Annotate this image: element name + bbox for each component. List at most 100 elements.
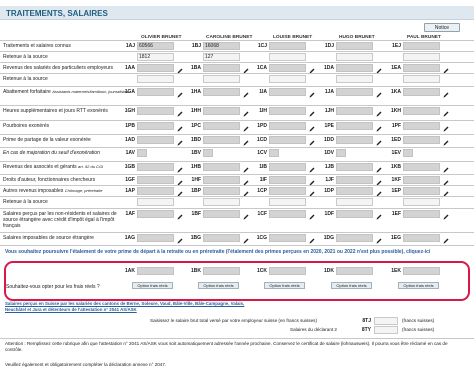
input-1DG[interactable]	[336, 234, 373, 242]
input-row3-col0[interactable]	[137, 75, 174, 83]
input-1CD[interactable]	[269, 136, 306, 144]
input-1BK[interactable]	[203, 267, 240, 275]
pencil-icon[interactable]	[243, 126, 249, 132]
input-1DD[interactable]	[336, 136, 373, 144]
input-1KH[interactable]	[403, 107, 440, 115]
input-row3-col3[interactable]	[336, 75, 373, 83]
input-1BA[interactable]	[203, 64, 240, 72]
pencil-icon[interactable]	[177, 126, 183, 132]
input-1AP[interactable]	[137, 187, 174, 195]
input-row1-col3[interactable]	[336, 53, 373, 61]
input-1JA[interactable]	[336, 88, 373, 96]
input-1EV[interactable]	[403, 149, 413, 157]
input-1KA[interactable]	[403, 88, 440, 96]
input-1EP[interactable]	[403, 187, 440, 195]
input-1PD[interactable]	[269, 122, 306, 130]
input-row3-col1[interactable]	[203, 75, 240, 83]
input-1IF[interactable]	[269, 176, 306, 184]
input-1GH[interactable]	[137, 107, 174, 115]
input-1GF[interactable]	[137, 176, 174, 184]
input-1IH[interactable]	[269, 107, 306, 115]
pencil-icon[interactable]	[443, 238, 449, 244]
pencil-icon[interactable]	[376, 92, 382, 98]
input-row1-col2[interactable]	[269, 53, 306, 61]
input-1PF[interactable]	[403, 122, 440, 130]
pencil-icon[interactable]	[376, 238, 382, 244]
input-row3-col4[interactable]	[403, 75, 440, 83]
input-1DF[interactable]	[336, 210, 373, 218]
input-row12-col2[interactable]	[269, 198, 306, 206]
input-1PE[interactable]	[336, 122, 373, 130]
pencil-icon[interactable]	[243, 238, 249, 244]
input-1JB[interactable]	[336, 163, 373, 171]
notice-button[interactable]: Notice	[424, 23, 460, 32]
option-frais-reels-button[interactable]: Option frais réels	[132, 282, 173, 289]
option-frais-reels-button[interactable]: Option frais réels	[398, 282, 439, 289]
input-row12-col3[interactable]	[336, 198, 373, 206]
input-1EF[interactable]	[403, 210, 440, 218]
input-row12-col0[interactable]	[137, 198, 174, 206]
pencil-icon[interactable]	[243, 167, 249, 173]
input-1BP[interactable]	[203, 187, 240, 195]
option-frais-reels-button[interactable]: Option frais réels	[331, 282, 372, 289]
input-1PC[interactable]	[203, 122, 240, 130]
input-1GB[interactable]	[137, 163, 174, 171]
input-row1-col4[interactable]	[403, 53, 440, 61]
input-1IA[interactable]	[269, 88, 306, 96]
pencil-icon[interactable]	[376, 167, 382, 173]
pencil-icon[interactable]	[376, 214, 382, 220]
pencil-icon[interactable]	[177, 214, 183, 220]
input-1DP[interactable]	[336, 187, 373, 195]
input-1JH[interactable]	[336, 107, 373, 115]
input-row12-col4[interactable]	[403, 198, 440, 206]
input-1CG[interactable]	[269, 234, 306, 242]
pencil-icon[interactable]	[309, 92, 315, 98]
pencil-icon[interactable]	[177, 111, 183, 117]
input-1BG[interactable]	[203, 234, 240, 242]
pencil-icon[interactable]	[309, 140, 315, 146]
input-1AD[interactable]	[137, 136, 174, 144]
pencil-icon[interactable]	[243, 92, 249, 98]
input-1HB[interactable]	[203, 163, 240, 171]
input-1AK[interactable]	[137, 267, 174, 275]
pencil-icon[interactable]	[177, 238, 183, 244]
input-1GA[interactable]	[137, 88, 174, 96]
input-row1-col1[interactable]: 127	[203, 53, 240, 61]
input-row3-col2[interactable]	[269, 75, 306, 83]
input-1JF[interactable]	[336, 176, 373, 184]
input-row1-col0[interactable]: 1812	[137, 53, 174, 61]
pencil-icon[interactable]	[443, 214, 449, 220]
pencil-icon[interactable]	[177, 167, 183, 173]
input-1IB[interactable]	[269, 163, 306, 171]
input-1DA[interactable]	[336, 64, 373, 72]
input-1ED[interactable]	[403, 136, 440, 144]
pencil-icon[interactable]	[243, 214, 249, 220]
pencil-icon[interactable]	[309, 111, 315, 117]
input-1BF[interactable]	[203, 210, 240, 218]
pencil-icon[interactable]	[309, 214, 315, 220]
pencil-icon[interactable]	[376, 140, 382, 146]
pencil-icon[interactable]	[309, 167, 315, 173]
input-row12-col1[interactable]	[203, 198, 240, 206]
pencil-icon[interactable]	[243, 140, 249, 146]
pencil-icon[interactable]	[243, 111, 249, 117]
input-1EJ[interactable]	[403, 42, 440, 50]
input-8TY[interactable]	[374, 326, 398, 334]
input-1DV[interactable]	[336, 149, 346, 157]
pencil-icon[interactable]	[177, 140, 183, 146]
input-1CK[interactable]	[269, 267, 306, 275]
input-1CP[interactable]	[269, 187, 306, 195]
input-1AJ[interactable]: 60566	[137, 42, 174, 50]
input-1HF[interactable]	[203, 176, 240, 184]
etalement-link[interactable]: Vous souhaitez poursuivre l'étalement de…	[5, 249, 465, 255]
pencil-icon[interactable]	[309, 238, 315, 244]
input-1AF[interactable]	[137, 210, 174, 218]
pencil-icon[interactable]	[177, 92, 183, 98]
input-1CV[interactable]	[269, 149, 279, 157]
pencil-icon[interactable]	[443, 92, 449, 98]
input-1AV[interactable]	[137, 149, 147, 157]
input-1HA[interactable]	[203, 88, 240, 96]
pencil-icon[interactable]	[376, 111, 382, 117]
input-1DK[interactable]	[336, 267, 373, 275]
pencil-icon[interactable]	[443, 126, 449, 132]
